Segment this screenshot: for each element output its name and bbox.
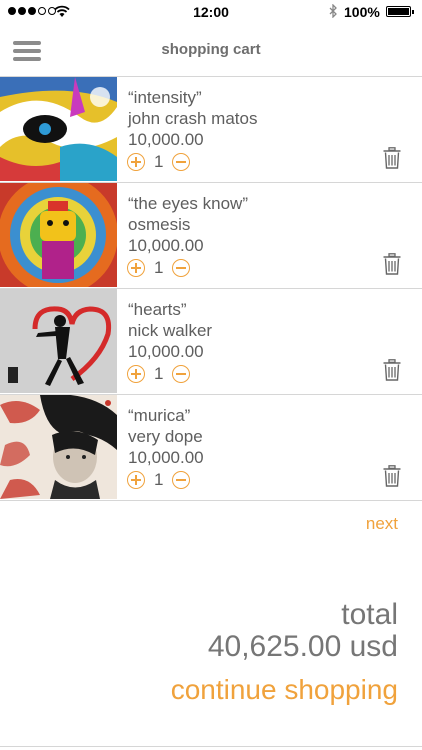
artwork-thumbnail[interactable]: [0, 77, 117, 181]
item-price: 10,000.00: [128, 448, 204, 467]
increase-quantity-icon[interactable]: [127, 259, 145, 277]
item-info: “intensity” john crash matos 10,000.00: [128, 87, 257, 150]
total-label: total: [341, 598, 398, 631]
item-artist: very dope: [128, 427, 203, 446]
increase-quantity-icon[interactable]: [127, 153, 145, 171]
next-link[interactable]: next: [366, 514, 398, 534]
trash-icon[interactable]: [383, 253, 401, 275]
item-info: “the eyes know” osmesis 10,000.00: [128, 193, 248, 256]
increase-quantity-icon[interactable]: [127, 471, 145, 489]
item-artist: nick walker: [128, 321, 213, 340]
quantity-value: 1: [154, 470, 164, 489]
battery-percentage: 100%: [344, 4, 380, 20]
item-price: 10,000.00: [128, 236, 204, 255]
quantity-value: 1: [154, 364, 164, 383]
trash-icon[interactable]: [383, 147, 401, 169]
item-info: “murica” very dope 10,000.00: [128, 405, 204, 468]
battery-icon: [386, 6, 414, 17]
item-title: “murica”: [128, 406, 191, 425]
item-price: 10,000.00: [128, 342, 204, 361]
item-price: 10,000.00: [128, 130, 204, 149]
quantity-stepper: 1: [127, 364, 191, 384]
item-info: “hearts” nick walker 10,000.00: [128, 299, 212, 362]
decrease-quantity-icon[interactable]: [172, 471, 191, 489]
total-value: 40,625.00 usd: [207, 630, 398, 663]
trash-icon[interactable]: [383, 359, 401, 381]
decrease-quantity-icon[interactable]: [172, 259, 191, 277]
decrease-quantity-icon[interactable]: [172, 153, 191, 171]
bluetooth-icon: [329, 4, 337, 18]
quantity-value: 1: [154, 152, 164, 171]
navigation-bar: shopping cart: [0, 24, 422, 77]
item-title: “intensity”: [128, 88, 202, 107]
status-bar: 12:00 100%: [0, 0, 422, 24]
decrease-quantity-icon[interactable]: [172, 365, 191, 383]
cart-list: “intensity” john crash matos 10,000.00 1: [0, 77, 422, 501]
continue-shopping-button[interactable]: continue shopping: [171, 674, 398, 706]
artwork-thumbnail[interactable]: [0, 183, 117, 287]
cart-item: “murica” very dope 10,000.00 1: [0, 395, 422, 501]
item-title: “hearts”: [128, 300, 187, 319]
cart-item: “hearts” nick walker 10,000.00 1: [0, 289, 422, 395]
page-title: shopping cart: [161, 41, 261, 58]
item-artist: osmesis: [128, 215, 191, 234]
artwork-thumbnail[interactable]: [0, 395, 117, 499]
item-artist: john crash matos: [128, 109, 258, 128]
item-title: “the eyes know”: [128, 194, 248, 213]
artwork-thumbnail[interactable]: [0, 289, 117, 393]
increase-quantity-icon[interactable]: [127, 365, 145, 383]
cart-item: “intensity” john crash matos 10,000.00 1: [0, 77, 422, 183]
quantity-stepper: 1: [127, 470, 191, 490]
divider: [0, 746, 422, 747]
quantity-value: 1: [154, 258, 164, 277]
quantity-stepper: 1: [127, 152, 191, 172]
quantity-stepper: 1: [127, 258, 191, 278]
cart-item: “the eyes know” osmesis 10,000.00 1: [0, 183, 422, 289]
trash-icon[interactable]: [383, 465, 401, 487]
